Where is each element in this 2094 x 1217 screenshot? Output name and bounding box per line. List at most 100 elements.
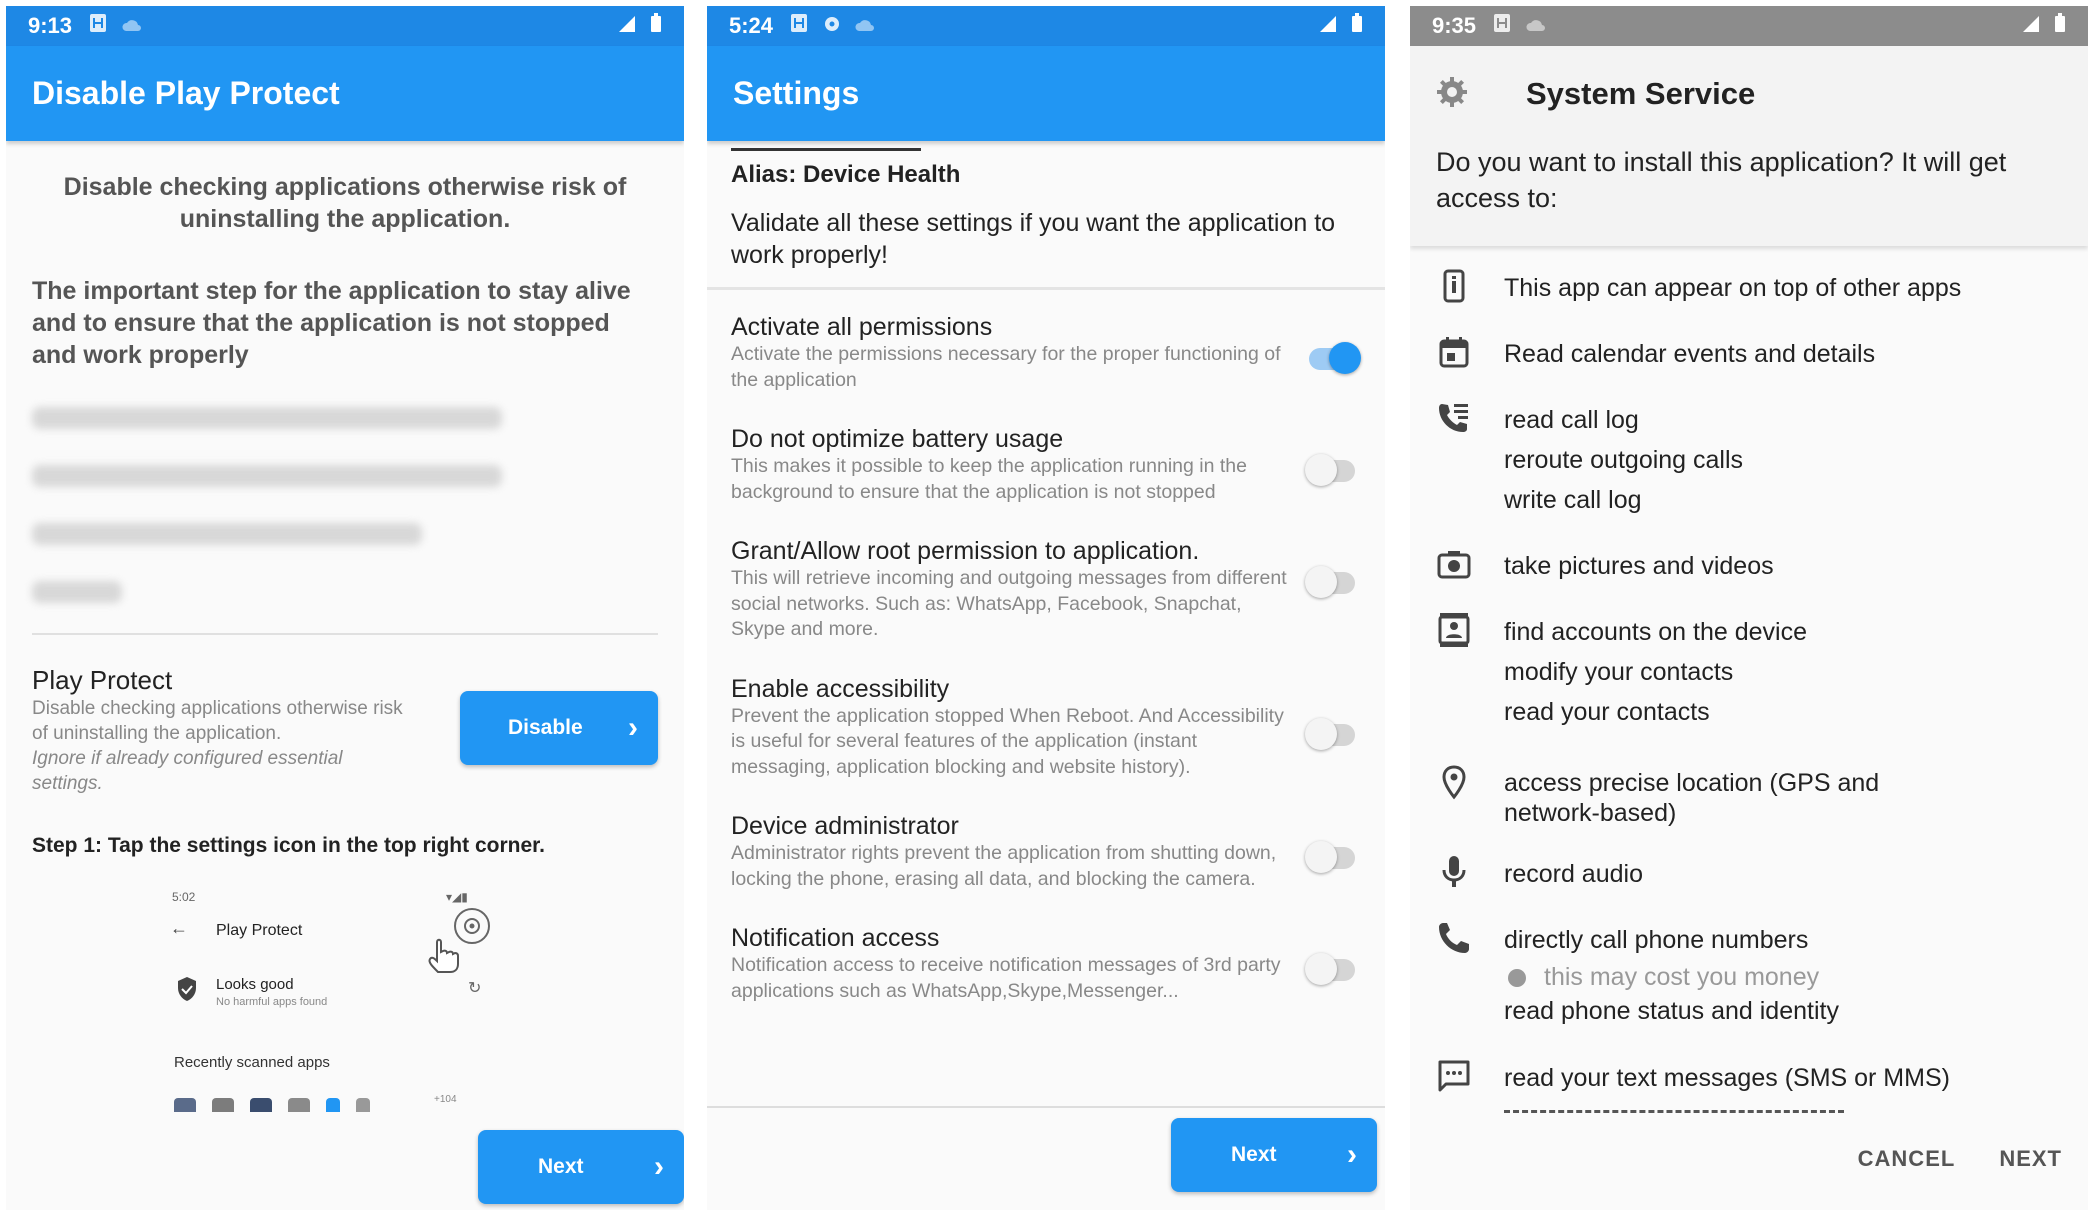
- blurred-step-3: [32, 523, 422, 545]
- next-button[interactable]: Next ›: [1171, 1118, 1377, 1192]
- cancel-button[interactable]: CANCEL: [1858, 1146, 1956, 1172]
- blurred-step-4: [32, 581, 122, 603]
- next-button[interactable]: NEXT: [1999, 1146, 2062, 1172]
- mini-title: Play Protect: [216, 922, 303, 939]
- toggle-knob: [1305, 566, 1337, 598]
- setting-device-admin[interactable]: Device administrator Administrator right…: [707, 811, 1385, 892]
- permission-text: read phone status and identity: [1504, 997, 1839, 1025]
- permission-text: read call log: [1504, 406, 1639, 434]
- permission-text: write call log: [1504, 486, 1642, 514]
- mini-looks-good-sub: No harmful apps found: [216, 996, 328, 1008]
- next-button[interactable]: Next ›: [478, 1130, 684, 1204]
- toggle-switch[interactable]: [1309, 342, 1361, 374]
- calendar-icon: [1436, 334, 1472, 370]
- shield-icon: [176, 976, 198, 1007]
- setting-accessibility[interactable]: Enable accessibility Prevent the applica…: [707, 674, 1385, 781]
- setting-activate-permissions[interactable]: Activate all permissions Activate the pe…: [707, 312, 1385, 393]
- page-title: Disable Play Protect: [6, 46, 684, 141]
- toggle-knob: [1305, 454, 1337, 486]
- toggle-knob: [1305, 953, 1337, 985]
- status-time: 9:35: [1432, 13, 1477, 38]
- camera-icon: [1436, 546, 1472, 582]
- mic-icon: [1436, 854, 1472, 890]
- toggle-knob: [1305, 717, 1337, 750]
- toggle-switch[interactable]: [1305, 454, 1355, 486]
- permission-text: take pictures and videos: [1504, 552, 1774, 580]
- chat-icon: [1436, 1058, 1472, 1094]
- setting-desc: Prevent the application stopped When Reb…: [731, 704, 1284, 778]
- cut-off-heading: [731, 141, 1385, 151]
- refresh-icon: ↻: [468, 980, 482, 997]
- intro-text: Disable checking applications otherwise …: [63, 173, 627, 233]
- app-icon: [250, 1098, 272, 1112]
- play-protect-note: Ignore if already configured essential s…: [32, 748, 343, 794]
- mini-status-time: 5:02: [172, 890, 196, 904]
- cloud-icon: [1526, 13, 1546, 39]
- play-protect-row: Play Protect Disable checking applicatio…: [6, 665, 684, 796]
- setting-desc: Notification access to receive notificat…: [731, 954, 1281, 1002]
- divider: [32, 633, 658, 635]
- signal-icon: [618, 13, 636, 39]
- phone-icon: [1436, 268, 1472, 304]
- app-icon: [174, 1098, 196, 1112]
- cloud-icon: [855, 13, 875, 39]
- phone-screen-disable-play-protect: 9:13 Disable Play Protect Disable checki…: [6, 6, 684, 1210]
- gear-icon: [823, 13, 841, 39]
- hand-icon: [424, 930, 470, 981]
- setting-root-permission[interactable]: Grant/Allow root permission to applicati…: [707, 536, 1385, 643]
- play-protect-desc: Disable checking applications otherwise …: [32, 698, 403, 744]
- next-button-label: Next: [538, 1155, 584, 1178]
- chevron-right-icon: ›: [1347, 1138, 1357, 1171]
- important-text: The important step for the application t…: [32, 277, 631, 369]
- app-icon: [356, 1098, 370, 1112]
- cut-off-permission: [1504, 1104, 1844, 1114]
- setting-notification-access[interactable]: Notification access Notification access …: [707, 923, 1385, 1004]
- toggle-switch[interactable]: [1305, 717, 1355, 750]
- toggle-knob: [1329, 342, 1361, 374]
- toggle-switch[interactable]: [1305, 841, 1355, 873]
- phone-screen-install-dialog: 9:35 System Service Do you want to insta…: [1410, 6, 2088, 1210]
- mini-more-count: +104: [434, 1094, 457, 1105]
- sim-icon: [1492, 13, 1512, 39]
- mini-recently-scanned: Recently scanned apps: [174, 1054, 330, 1071]
- blurred-step-2: [32, 465, 502, 487]
- contacts-icon: [1436, 612, 1472, 648]
- gear-icon: [1434, 74, 1470, 115]
- call-log-icon: [1436, 400, 1472, 436]
- toggle-knob: [1305, 841, 1337, 873]
- disable-button[interactable]: Disable ›: [460, 691, 658, 765]
- disable-button-label: Disable: [508, 716, 583, 739]
- battery-icon: [1351, 13, 1363, 39]
- mini-looks-good: Looks good: [216, 976, 294, 993]
- toggle-switch[interactable]: [1305, 566, 1355, 598]
- setting-desc: This makes it possible to keep the appli…: [731, 455, 1247, 503]
- permission-text: read your contacts: [1504, 698, 1710, 726]
- setting-battery-optimization[interactable]: Do not optimize battery usage This makes…: [707, 424, 1385, 505]
- cost-warning: this may cost you money: [1504, 960, 1839, 995]
- app-icon: [212, 1098, 234, 1112]
- setting-title: Device administrator: [731, 812, 959, 840]
- permission-text: reroute outgoing calls: [1504, 446, 1744, 474]
- permission-text: record audio: [1504, 860, 1643, 888]
- setting-desc: Administrator rights prevent the applica…: [731, 842, 1277, 890]
- setting-title: Activate all permissions: [731, 313, 993, 341]
- app-icon: [326, 1098, 340, 1112]
- permission-text: read your text messages (SMS or MMS): [1504, 1064, 1950, 1092]
- page-title: Settings: [707, 46, 1385, 141]
- toggle-switch[interactable]: [1305, 953, 1355, 985]
- cloud-icon: [122, 13, 142, 39]
- battery-icon: [2054, 13, 2066, 39]
- phone-screen-settings: 5:24 Settings Alias: Device Health Valid…: [707, 6, 1385, 1210]
- install-dialog-header: System Service Do you want to install th…: [1410, 46, 2088, 246]
- sim-icon: [88, 13, 108, 39]
- permission-text: directly call phone numbers: [1504, 926, 1809, 954]
- setting-title: Grant/Allow root permission to applicati…: [731, 537, 1200, 565]
- dialog-actions: CANCEL NEXT: [1858, 1146, 2062, 1172]
- status-time: 9:13: [28, 13, 73, 38]
- chevron-right-icon: ›: [654, 1150, 664, 1183]
- permission-text: This app can appear on top of other apps: [1504, 274, 1962, 302]
- alias-text: Alias: Device Health: [731, 161, 961, 188]
- mini-app-icons: [174, 1098, 370, 1112]
- chevron-right-icon: ›: [628, 711, 638, 744]
- mini-status-icons: ▾◢▮: [446, 890, 468, 904]
